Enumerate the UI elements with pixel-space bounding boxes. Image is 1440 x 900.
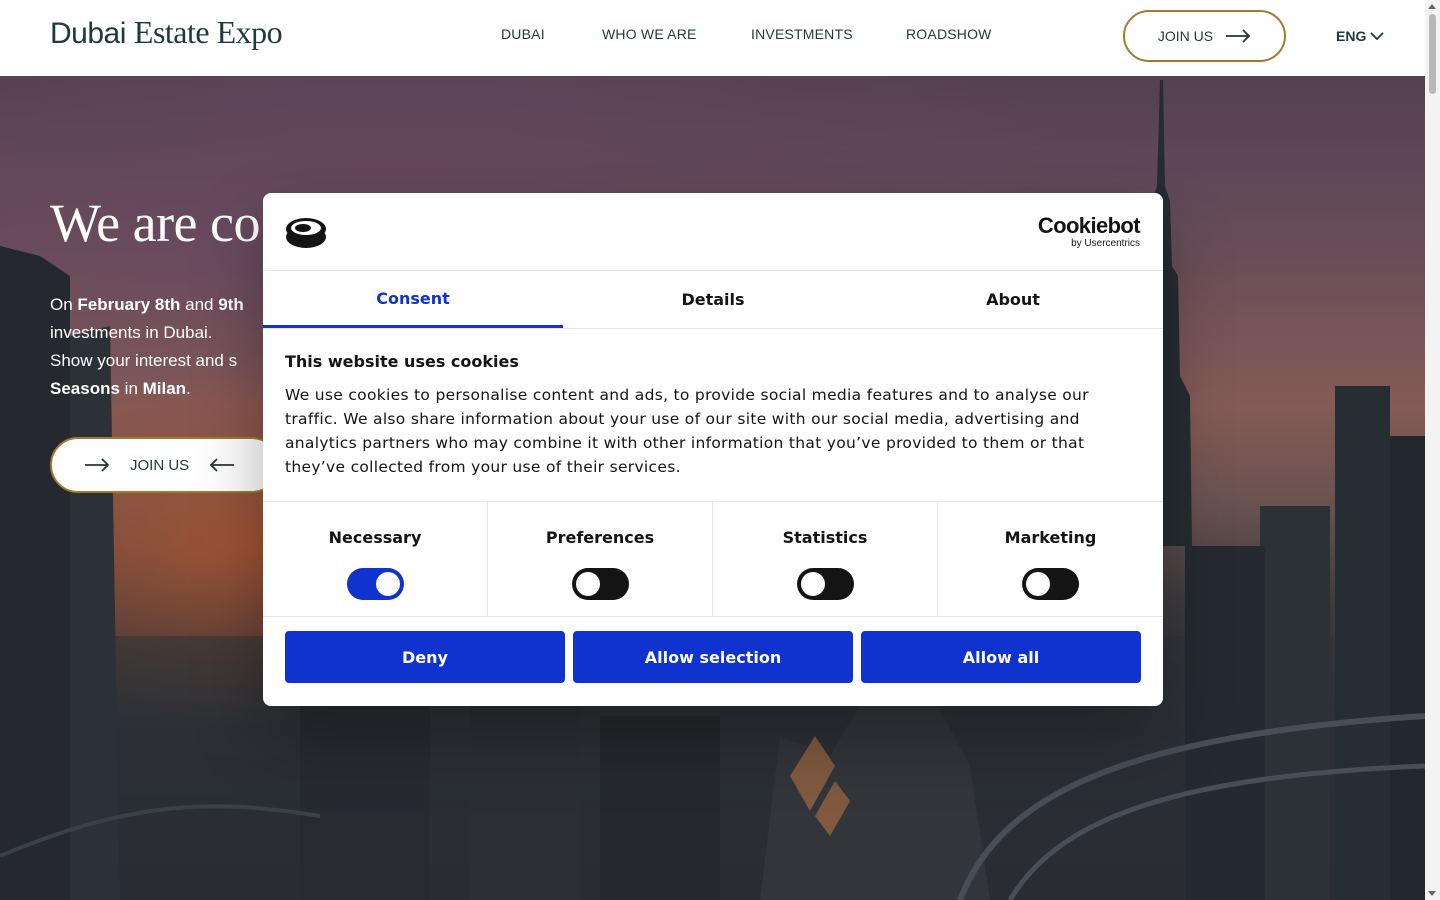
toggle-cell-marketing: Marketing	[938, 502, 1163, 616]
toggle-label-marketing: Marketing	[1004, 528, 1097, 547]
nav-dubai[interactable]: DUBAI	[501, 26, 545, 46]
deny-button[interactable]: Deny	[285, 631, 565, 683]
dialog-body: This website uses cookies We use cookies…	[285, 351, 1141, 479]
scroll-up-arrow-icon[interactable]	[1428, 4, 1436, 9]
toggle-preferences[interactable]	[572, 568, 629, 600]
toggle-knob	[801, 572, 825, 596]
tab-consent[interactable]: Consent	[263, 271, 563, 328]
cookiebot-brand-name: Cookiebot	[1037, 213, 1141, 238]
allow-all-button[interactable]: Allow all	[861, 631, 1141, 683]
nav-who-we-are[interactable]: WHO WE ARE	[602, 26, 697, 46]
scrollbar-thumb[interactable]	[1429, 14, 1436, 94]
nav-roadshow[interactable]: ROADSHOW	[906, 26, 992, 46]
dialog-tabs: Consent Details About	[263, 271, 1163, 329]
logo-text-primary: Dubai	[50, 17, 126, 50]
chevron-down-icon	[1370, 32, 1384, 41]
cookiebot-brand[interactable]: Cookiebot by Usercentrics	[1037, 213, 1141, 250]
hero-join-button[interactable]: JOIN US	[50, 437, 280, 493]
hero-text-fragment: in	[119, 379, 143, 398]
dialog-description: We use cookies to personalise content an…	[285, 386, 1089, 476]
arrow-right-icon	[1226, 29, 1251, 43]
toggle-label-preferences: Preferences	[545, 528, 655, 547]
toggle-label-necessary: Necessary	[328, 528, 422, 547]
cookiebot-brand-sub: by Usercentrics	[1071, 238, 1140, 249]
hero-text-fragment: and	[180, 295, 219, 314]
toggle-cell-statistics: Statistics	[713, 502, 938, 616]
cookie-logo-icon	[286, 218, 326, 248]
hero-venue: Seasons	[50, 379, 120, 398]
toggle-statistics[interactable]	[797, 568, 854, 600]
toggle-cell-preferences: Preferences	[488, 502, 713, 616]
toggle-necessary[interactable]	[347, 568, 404, 600]
consent-toggles: Necessary Preferences Statistics Marketi…	[263, 501, 1163, 617]
hero-join-label: JOIN US	[130, 456, 190, 474]
hero-text-fragment: On	[50, 295, 78, 314]
hero-text-fragment: .	[186, 379, 191, 398]
hero-date-1: February 8th	[77, 295, 181, 314]
dialog-header: Cookiebot by Usercentrics	[263, 193, 1163, 271]
language-label: ENG	[1336, 28, 1367, 44]
site-header: Dubai Estate Expo DUBAI WHO WE ARE INVES…	[0, 0, 1425, 76]
hero-city: Milan	[142, 379, 187, 398]
toggle-knob	[376, 572, 400, 596]
scroll-down-arrow-icon[interactable]	[1428, 891, 1436, 896]
tab-details[interactable]: Details	[563, 271, 863, 328]
arrow-left-icon	[209, 458, 235, 472]
toggle-label-statistics: Statistics	[782, 528, 868, 547]
dialog-buttons: Deny Allow selection Allow all	[285, 631, 1141, 683]
site-logo[interactable]: Dubai Estate Expo	[50, 14, 283, 58]
arrow-right-icon	[85, 458, 110, 472]
cookie-consent-dialog: Cookiebot by Usercentrics Consent Detail…	[263, 193, 1163, 706]
page-scrollbar[interactable]	[1425, 0, 1440, 900]
hero-date-2: 9th	[218, 295, 244, 314]
toggle-cell-necessary: Necessary	[263, 502, 488, 616]
toggle-knob	[1026, 572, 1050, 596]
tab-about[interactable]: About	[863, 271, 1163, 328]
header-join-button[interactable]: JOIN US	[1123, 10, 1286, 62]
dialog-heading: This website uses cookies	[285, 352, 519, 371]
toggle-knob	[576, 572, 600, 596]
nav-investments[interactable]: INVESTMENTS	[751, 26, 853, 46]
header-join-label: JOIN US	[1157, 28, 1214, 44]
hero-title: We are co	[50, 193, 261, 253]
allow-selection-button[interactable]: Allow selection	[573, 631, 853, 683]
toggle-marketing[interactable]	[1022, 568, 1079, 600]
logo-text-secondary: Estate Expo	[133, 14, 283, 50]
language-selector[interactable]: ENG	[1336, 27, 1384, 45]
